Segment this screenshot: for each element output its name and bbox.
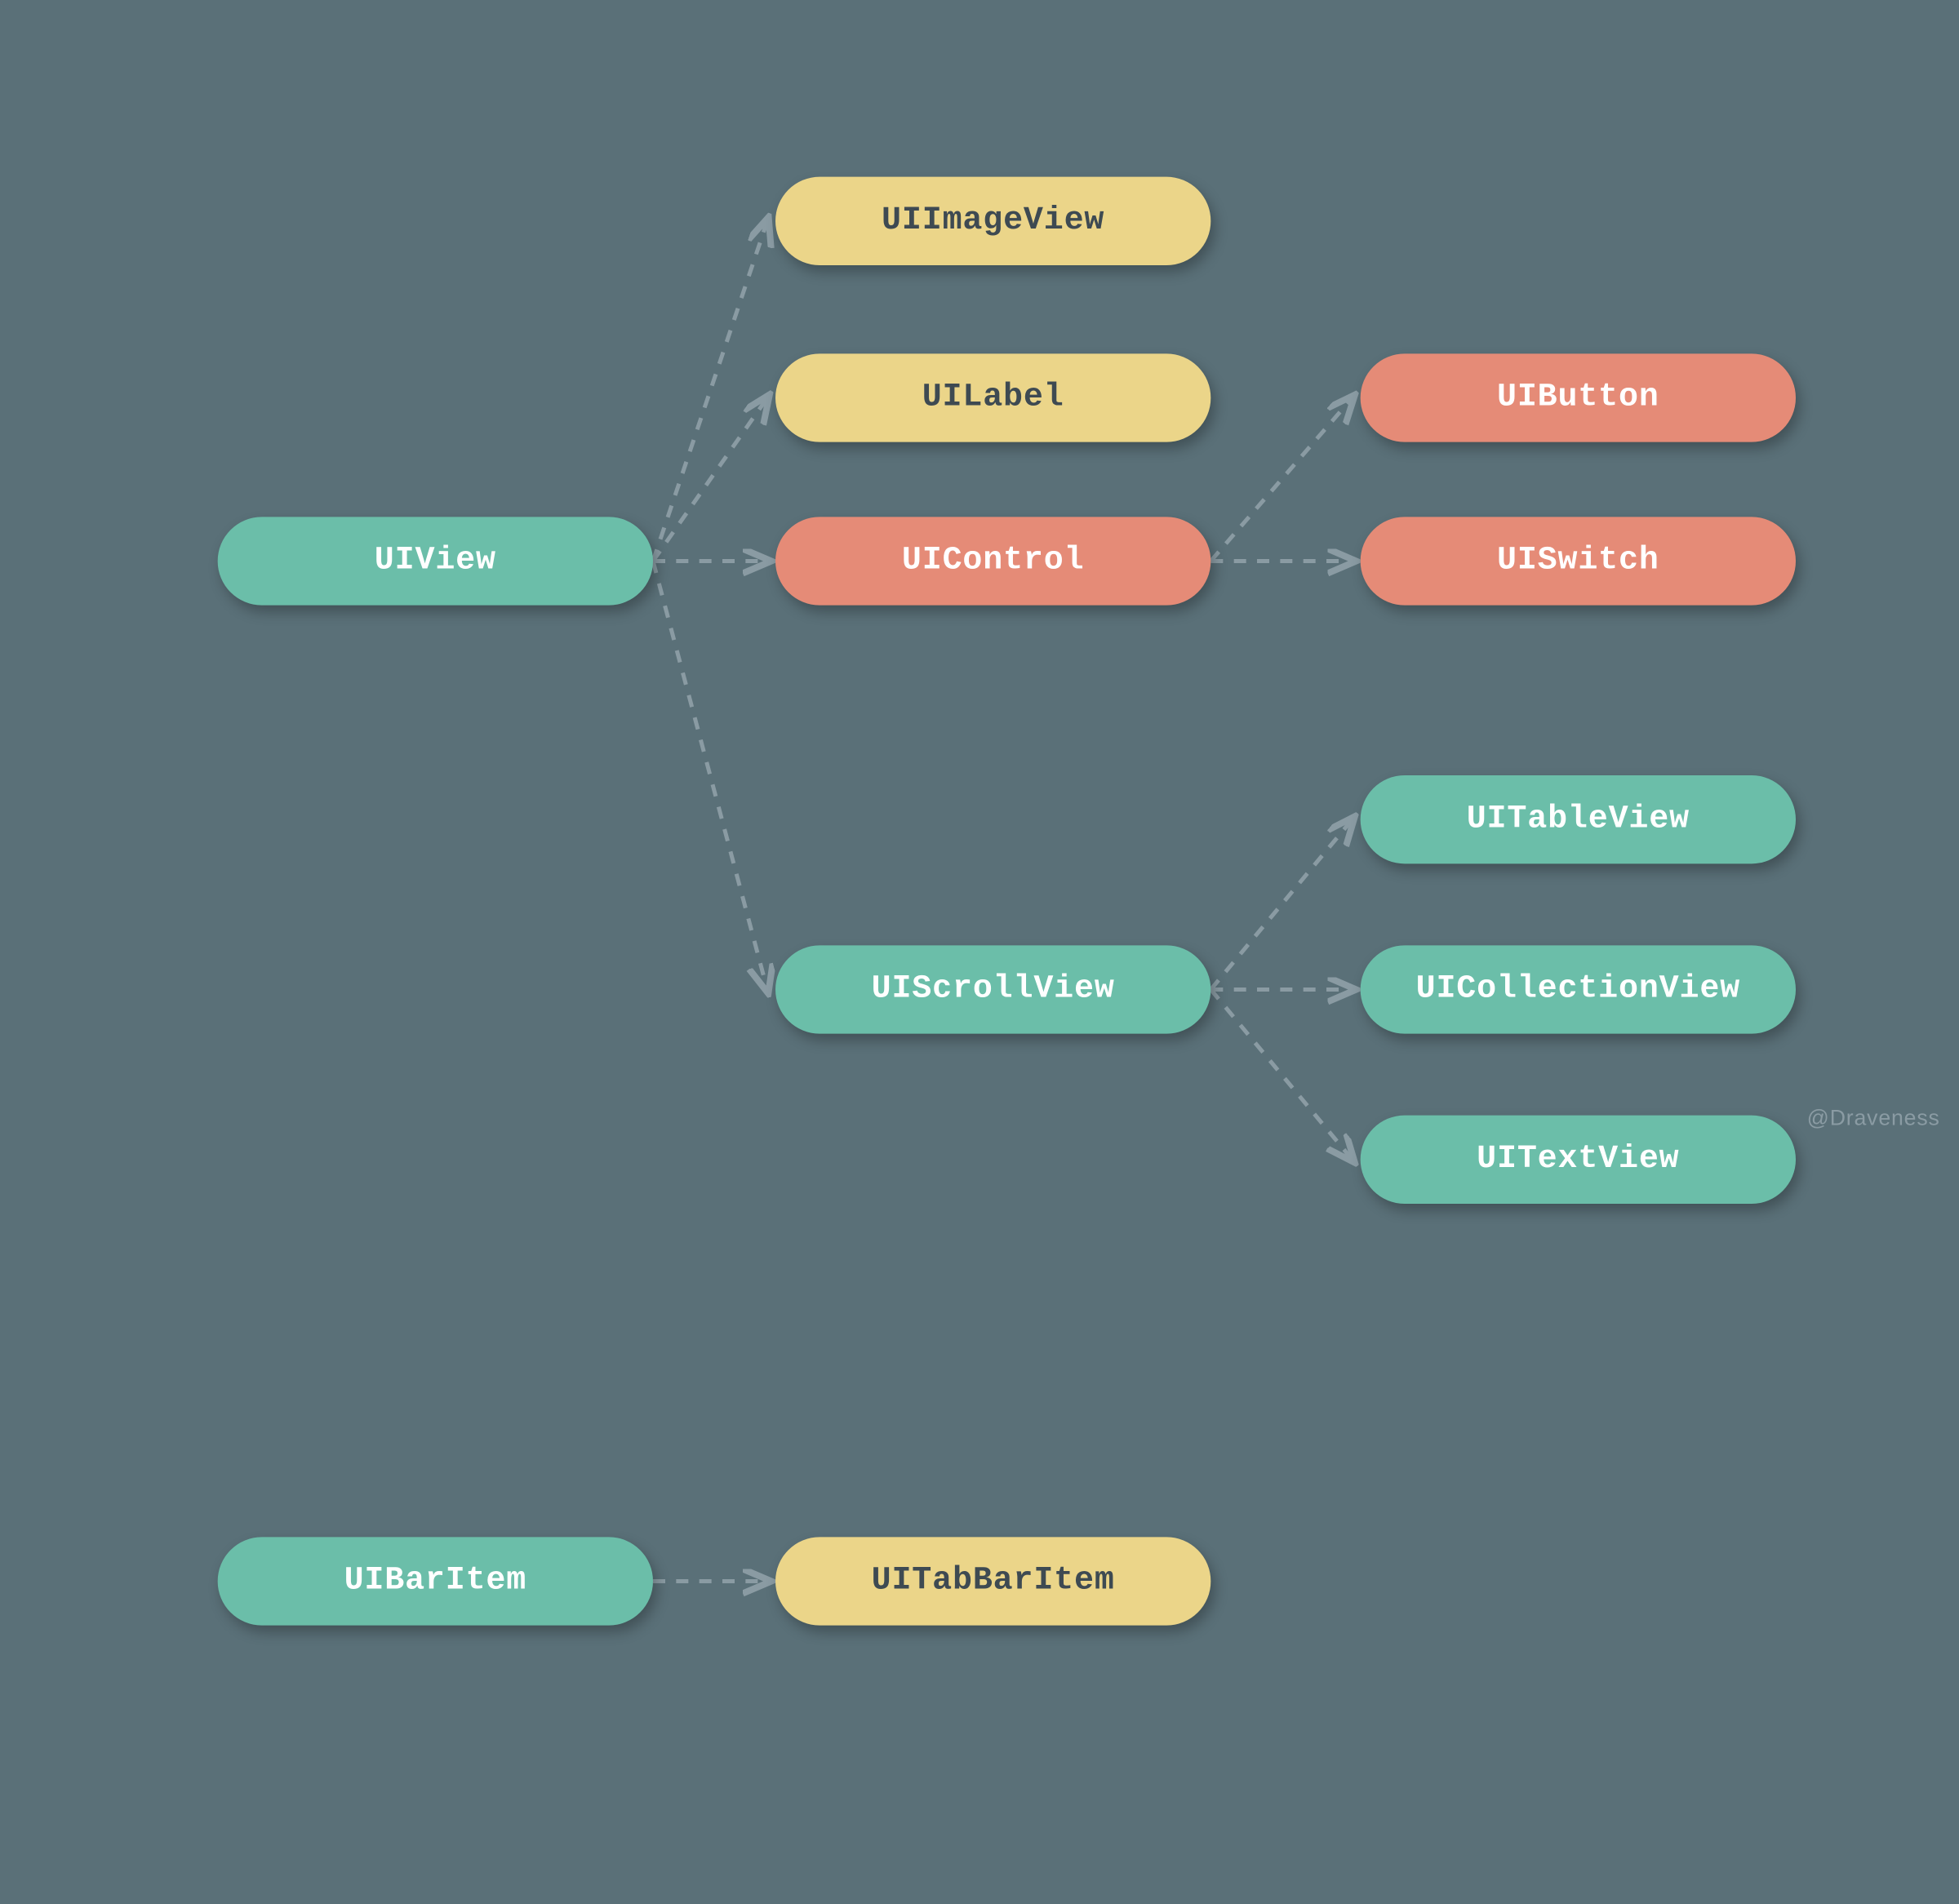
node-label: UIImageView (882, 202, 1104, 239)
node-uibutton: UIButton (1361, 353, 1796, 442)
node-label: UICollectionView (1416, 971, 1740, 1008)
node-uitableview: UITableView (1361, 775, 1796, 863)
node-label: UILabel (922, 379, 1064, 416)
node-label: UIView (375, 543, 496, 579)
node-label: UIBarItem (344, 1563, 527, 1600)
node-label: UITabBarItem (872, 1563, 1115, 1600)
edge-uicontrol-to-uibutton (1210, 398, 1352, 561)
node-uiimageview: UIImageView (775, 177, 1210, 265)
node-label: UIScrollView (872, 971, 1115, 1008)
edge-uiview-to-uiimageview (653, 221, 767, 561)
node-uiswitch: UISwitch (1361, 517, 1796, 605)
node-uicollectionview: UICollectionView (1361, 945, 1796, 1033)
node-label: UIButton (1497, 379, 1659, 416)
node-uitextview: UITextView (1361, 1116, 1796, 1204)
diagram-canvas: UIView UIImageView UILabel UIControl UIB… (0, 0, 1959, 1143)
attribution: @Draveness (1807, 1107, 1940, 1132)
edge-uiscrollview-to-uitextview (1210, 990, 1352, 1160)
edge-uiview-to-uilabel (653, 398, 767, 561)
node-uiscrollview: UIScrollView (775, 945, 1210, 1033)
node-label: UITextView (1477, 1141, 1679, 1178)
node-uiview: UIView (218, 517, 653, 605)
node-uilabel: UILabel (775, 353, 1210, 442)
node-label: UIControl (902, 543, 1085, 579)
node-uibaritem: UIBarItem (218, 1537, 653, 1625)
node-label: UITableView (1467, 801, 1690, 838)
node-uitabbaritem: UITabBarItem (775, 1537, 1210, 1625)
node-label: UISwitch (1497, 543, 1659, 579)
edge-uiview-to-uiscrollview (653, 561, 767, 990)
node-uicontrol: UIControl (775, 517, 1210, 605)
edge-uiscrollview-to-uitableview (1210, 819, 1352, 989)
